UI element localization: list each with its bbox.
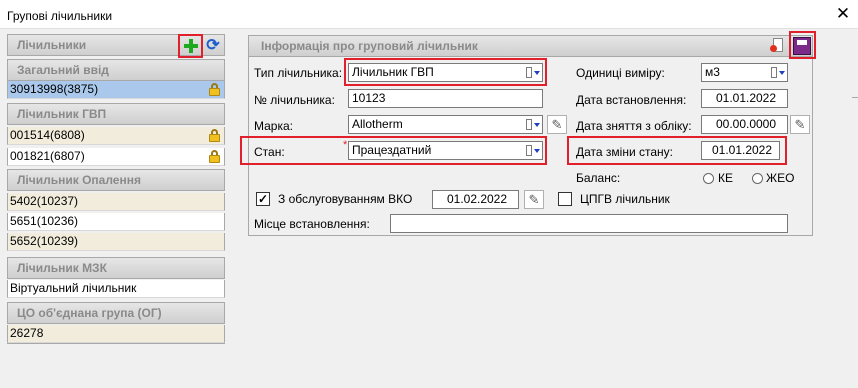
balance-zheo-radio[interactable] <box>752 173 763 184</box>
list-item[interactable]: Віртуальний лічильник <box>7 280 225 298</box>
vko-checkbox[interactable]: ✓ <box>256 192 270 206</box>
location-label: Місце встановлення: <box>254 217 370 231</box>
info-header: Інформація про груповий лічильник <box>248 35 813 57</box>
install-date-label: Дата встановлення: <box>576 93 687 107</box>
brand-select[interactable]: Allotherm <box>348 115 543 134</box>
edit-vko-date-icon[interactable]: ✎ <box>524 190 544 209</box>
list-item[interactable]: 5402(10237) <box>7 193 225 211</box>
cpgv-label: ЦПГВ лічильник <box>580 192 670 206</box>
balance-ke-label: КЕ <box>718 171 733 185</box>
edit-remove-date-icon[interactable]: ✎ <box>790 115 810 134</box>
group-header-mzk: Лічильник МЗК <box>7 257 225 279</box>
refresh-icon[interactable]: ⟳ <box>204 37 222 55</box>
lock-icon <box>209 83 220 96</box>
dropdown-icon[interactable] <box>526 119 540 131</box>
group-header-general: Загальний ввід <box>7 59 225 81</box>
lock-icon <box>209 150 220 163</box>
cpgv-checkbox[interactable] <box>558 192 572 206</box>
new-document-icon[interactable] <box>770 37 786 55</box>
lock-icon <box>209 129 220 142</box>
state-highlight <box>240 136 547 165</box>
balance-label: Баланс: <box>576 171 621 185</box>
edge-line <box>852 97 858 98</box>
list-item[interactable]: 5651(10236) <box>7 213 225 231</box>
balance-ke-radio[interactable] <box>703 173 714 184</box>
vko-label: З обслуговуванням ВКО <box>278 192 413 206</box>
meters-header-label: Лічильники <box>17 38 87 52</box>
list-item[interactable]: 26278 <box>7 325 225 343</box>
unit-select[interactable]: м3 <box>701 63 788 82</box>
close-icon[interactable]: ✕ <box>832 4 854 26</box>
window-title: Групові лічильники <box>7 9 113 23</box>
list-bottom-border <box>7 343 225 344</box>
vko-date-field[interactable]: 01.02.2022 <box>432 190 519 209</box>
meter-number-label: № лічильника: <box>254 93 335 107</box>
balance-zheo-label: ЖЕО <box>766 171 795 185</box>
list-item[interactable]: 5652(10239) <box>7 233 225 251</box>
remove-date-label: Дата зняття з обліку: <box>576 119 692 133</box>
meter-number-field[interactable]: 10123 <box>348 89 543 108</box>
remove-date-field[interactable]: 00.00.0000 <box>701 115 788 134</box>
group-header-heating: Лічильник Опалення <box>7 169 225 191</box>
meter-type-label: Тип лічильника: <box>254 66 343 80</box>
list-item[interactable]: 001514(6808) <box>7 127 225 145</box>
location-field[interactable] <box>390 214 788 233</box>
install-date-field[interactable]: 01.01.2022 <box>701 89 788 108</box>
list-item[interactable]: 30913998(3875) <box>7 81 225 99</box>
save-highlight <box>789 31 816 59</box>
group-header-hot-water: Лічильник ГВП <box>7 103 225 125</box>
list-item[interactable]: 001821(6807) <box>7 148 225 166</box>
group-header-combined: ЦО об'єднана група (ОГ) <box>7 302 225 324</box>
dropdown-icon[interactable] <box>771 67 785 79</box>
brand-label: Марка: <box>254 119 293 133</box>
edit-brand-icon[interactable]: ✎ <box>547 115 567 134</box>
state-change-highlight <box>567 136 787 165</box>
meter-type-highlight <box>344 58 547 86</box>
add-highlight <box>178 34 203 58</box>
unit-label: Одиниці виміру: <box>576 66 665 80</box>
